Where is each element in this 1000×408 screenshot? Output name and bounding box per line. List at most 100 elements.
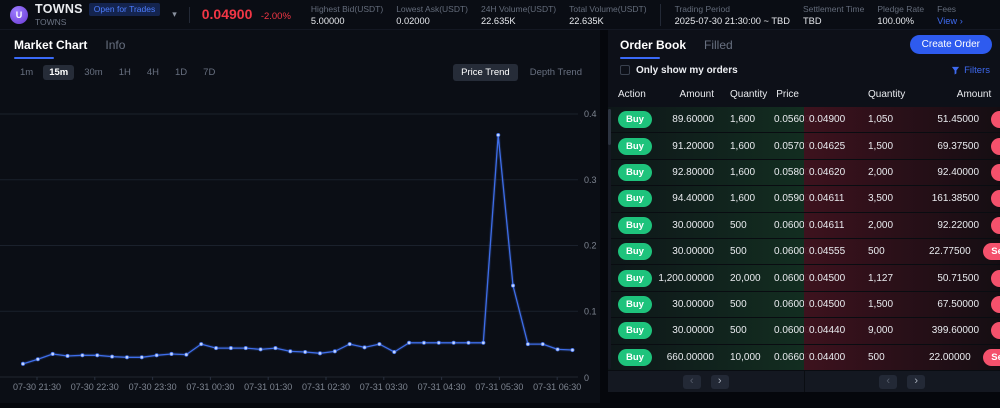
- timeframe-1h[interactable]: 1H: [113, 65, 137, 80]
- sell-price: 0.04555: [804, 246, 868, 257]
- buy-amount: 30.00000: [654, 299, 718, 310]
- row-sell-side: 0.046251,50069.37500Sell: [804, 133, 1000, 158]
- x-tick-label: 07-30 21:30: [13, 382, 61, 392]
- stat-label: Highest Bid(USDT): [311, 4, 383, 14]
- order-book-row: Buy30.000005000.060000.046112,00092.2200…: [608, 213, 1000, 239]
- sell-button[interactable]: Sell: [991, 190, 1000, 207]
- buy-button[interactable]: Buy: [618, 270, 652, 287]
- sell-amount: 67.50000: [893, 299, 983, 310]
- buy-quantity: 500: [718, 220, 774, 231]
- sell-orders-next-page-button[interactable]: ›: [907, 375, 925, 389]
- row-sell-side: 0.046113,500161.38500Sell: [804, 186, 1000, 211]
- order-book-row: Buy91.200001,6000.057000.046251,50069.37…: [608, 133, 1000, 159]
- buy-orders-prev-page-button[interactable]: ‹: [683, 375, 701, 389]
- price-chart[interactable]: 00.10.20.30.407-30 21:3007-30 22:3007-30…: [0, 85, 600, 403]
- chart-point: [155, 354, 158, 357]
- order-book-column-headers: ActionAmountQuantityPriceQuantityAmountA…: [608, 81, 1000, 107]
- buy-button[interactable]: Buy: [618, 296, 652, 313]
- sell-quantity: 9,000: [868, 325, 893, 336]
- timeframe-15m[interactable]: 15m: [43, 65, 74, 80]
- fees-view-link[interactable]: View ›: [937, 16, 963, 26]
- stat-24h-volume-usdt: 24H Volume(USDT) 22.635K: [481, 4, 556, 26]
- trend-toggle-group: Price TrendDepth Trend: [453, 64, 590, 81]
- buy-button[interactable]: Buy: [618, 138, 652, 155]
- buy-quantity: 500: [718, 246, 774, 257]
- create-order-button[interactable]: Create Order: [910, 35, 992, 54]
- buy-orders-next-page-button[interactable]: ›: [711, 375, 729, 389]
- row-buy-side: Buy30.000005000.06000: [608, 292, 804, 317]
- stat-label: 24H Volume(USDT): [481, 4, 556, 14]
- stat-lowest-ask-usdt: Lowest Ask(USDT)0.02000: [396, 4, 468, 26]
- sell-quantity: 500: [868, 246, 885, 257]
- chart-point: [407, 341, 410, 344]
- tab-market-chart[interactable]: Market Chart: [14, 30, 87, 59]
- stat-label: Pledge Rate: [877, 4, 924, 14]
- timeframe-1d[interactable]: 1D: [169, 65, 193, 80]
- chart-point: [482, 341, 485, 344]
- chart-point: [96, 354, 99, 357]
- buy-button[interactable]: Buy: [618, 322, 652, 339]
- chart-point: [452, 341, 455, 344]
- timeframe-30m[interactable]: 30m: [78, 65, 108, 80]
- buy-button[interactable]: Buy: [618, 243, 652, 260]
- buy-button[interactable]: Buy: [618, 217, 652, 234]
- scrollbar-thumb[interactable]: [608, 109, 611, 145]
- chart-point: [511, 284, 514, 287]
- filters-button[interactable]: Filters: [951, 65, 990, 76]
- sell-quantity: 500: [868, 352, 885, 363]
- sell-orders-prev-page-button[interactable]: ‹: [879, 375, 897, 389]
- order-book-header: Order Book Filled Create Order: [608, 30, 1000, 59]
- sell-button[interactable]: Sell: [991, 296, 1000, 313]
- x-tick-label: 07-31 05:30: [475, 382, 523, 392]
- scrollbar[interactable]: [608, 109, 611, 369]
- stat-label: Trading Period: [675, 4, 790, 14]
- timeframe-7d[interactable]: 7D: [197, 65, 221, 80]
- token-selector[interactable]: U TOWNS Open for Trades TOWNS ▾: [10, 2, 177, 27]
- chevron-down-icon[interactable]: ▾: [172, 9, 177, 20]
- tab-order-book[interactable]: Order Book: [620, 30, 686, 59]
- trend-price-trend[interactable]: Price Trend: [453, 64, 518, 81]
- sell-button[interactable]: Sell: [991, 270, 1000, 287]
- tab-filled[interactable]: Filled: [704, 30, 733, 59]
- buy-orders-pager: ‹›: [608, 371, 804, 392]
- stat-value: TBD: [803, 16, 864, 26]
- buy-button[interactable]: Buy: [618, 111, 652, 128]
- sell-button[interactable]: Sell: [991, 164, 1000, 181]
- timeframe-1m[interactable]: 1m: [14, 65, 39, 80]
- x-tick-label: 07-30 22:30: [71, 382, 119, 392]
- only-my-orders-checkbox[interactable]: Only show my orders: [620, 65, 738, 76]
- x-tick-label: 07-31 06:30: [533, 382, 581, 392]
- chart-point: [422, 341, 425, 344]
- sell-amount: 50.71500: [893, 273, 983, 284]
- sell-amount: 92.22000: [893, 220, 983, 231]
- order-book-row: Buy92.800001,6000.058000.046202,00092.40…: [608, 160, 1000, 186]
- buy-amount: 660.00000: [654, 352, 718, 363]
- row-buy-side: Buy660.0000010,0000.06600: [608, 345, 804, 370]
- buy-button[interactable]: Buy: [618, 164, 652, 181]
- sell-button[interactable]: Sell: [983, 349, 1000, 366]
- stat-trading-period: Trading Period2025-07-30 21:30:00 ~ TBD: [660, 4, 790, 26]
- timeframe-4h[interactable]: 4H: [141, 65, 165, 80]
- sell-button[interactable]: Sell: [991, 138, 1000, 155]
- buy-button[interactable]: Buy: [618, 349, 652, 366]
- trend-depth-trend[interactable]: Depth Trend: [522, 64, 590, 81]
- sell-button[interactable]: Sell: [991, 217, 1000, 234]
- stat-value: 22.635K: [569, 16, 646, 26]
- sell-price: 0.04625: [804, 141, 868, 152]
- stat-label: Fees: [937, 4, 963, 14]
- sell-button[interactable]: Sell: [991, 111, 1000, 128]
- order-book-pagination: ‹›‹›: [608, 371, 1000, 392]
- sell-button[interactable]: Sell: [991, 322, 1000, 339]
- chart-panel: Market Chart Info 1m 15m 30m 1H 4H 1D 7D Price…: [0, 30, 600, 403]
- y-tick-label: 0.4: [584, 109, 597, 119]
- column-action-buy: Action: [608, 89, 654, 100]
- checkbox-box-icon[interactable]: [620, 65, 630, 75]
- stat-value: 22.635K: [481, 16, 556, 26]
- tab-info[interactable]: Info: [105, 30, 125, 59]
- chart-point: [185, 353, 188, 356]
- sell-button[interactable]: Sell: [983, 243, 1000, 260]
- buy-button[interactable]: Buy: [618, 190, 652, 207]
- chart-point: [497, 133, 500, 136]
- buy-amount: 30.00000: [654, 246, 718, 257]
- row-buy-side: Buy94.400001,6000.05900: [608, 186, 804, 211]
